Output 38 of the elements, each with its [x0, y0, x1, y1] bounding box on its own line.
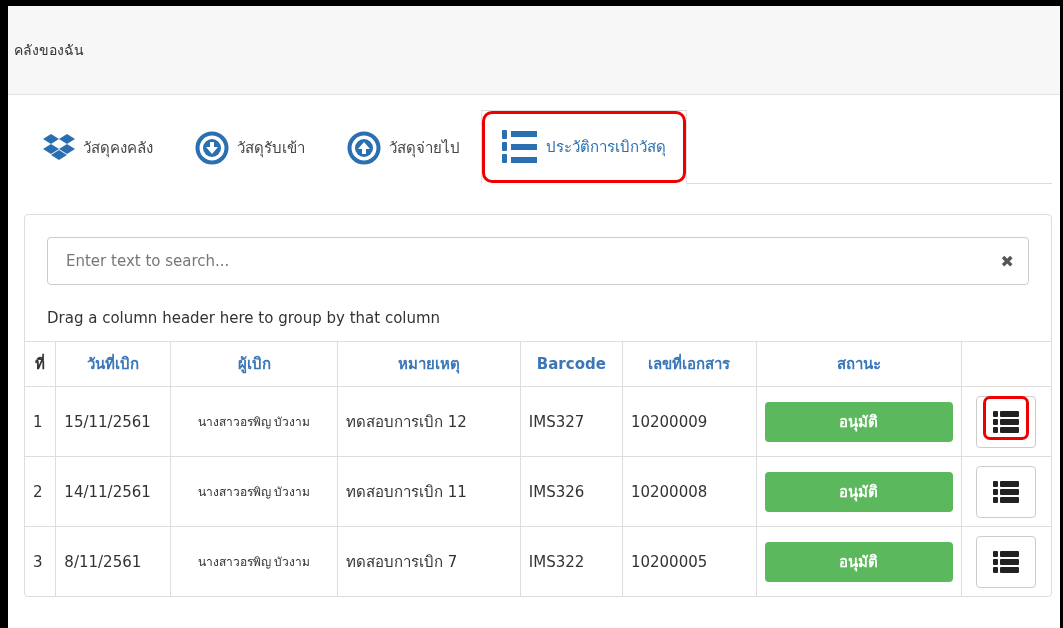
column-header[interactable]: ผู้เบิก: [170, 341, 338, 387]
tab[interactable]: ประวัติการเบิกวัสดุ: [481, 110, 687, 184]
status-button[interactable]: อนุมัติ: [764, 541, 953, 582]
status-button[interactable]: อนุมัติ: [764, 401, 953, 442]
list-icon: [993, 550, 1020, 573]
search-field[interactable]: Enter text to search... ✖: [47, 237, 1029, 285]
details-button[interactable]: [976, 535, 1037, 588]
column-header[interactable]: ที่: [25, 341, 56, 387]
list-icon: [993, 480, 1020, 503]
column-header[interactable]: สถานะ: [756, 341, 962, 387]
numbered-list-icon: [502, 129, 538, 165]
details-button[interactable]: [976, 395, 1037, 448]
table-cell: 2: [25, 456, 56, 527]
table-cell: 3: [25, 526, 56, 596]
status-button[interactable]: อนุมัติ: [764, 471, 953, 512]
column-header[interactable]: เลขที่เอกสาร: [622, 341, 757, 387]
column-header[interactable]: หมายเหตุ: [337, 341, 521, 387]
column-header[interactable]: วันที่เบิก: [55, 341, 171, 387]
arrow-down-circle-icon: [195, 131, 229, 165]
details-button[interactable]: [976, 465, 1037, 518]
page-title: คลังของฉัน: [14, 41, 84, 60]
table-cell: 15/11/2561: [55, 386, 171, 457]
group-panel-hint: Drag a column header here to group by that column: [47, 309, 442, 327]
table-cell: นางสาวอรพิญ บัวงาม: [170, 386, 338, 457]
table-cell: IMS327: [520, 386, 623, 457]
column-header[interactable]: Barcode: [520, 341, 623, 387]
arrow-up-circle-icon: [347, 131, 381, 165]
table-cell: 10200008: [622, 456, 757, 527]
list-icon: [993, 410, 1020, 433]
boxes-icon: [43, 134, 75, 162]
table-cell: ทดสอบการเบิก 12: [337, 386, 521, 457]
table-cell: นางสาวอรพิญ บัวงาม: [170, 456, 338, 527]
table-cell: 10200009: [622, 386, 757, 457]
table-cell: IMS326: [520, 456, 623, 527]
table-cell: 14/11/2561: [55, 456, 171, 527]
table-cell: ทดสอบการเบิก 11: [337, 456, 521, 527]
table-cell: 1: [25, 386, 56, 457]
clear-button[interactable]: ✖: [1000, 251, 1014, 271]
